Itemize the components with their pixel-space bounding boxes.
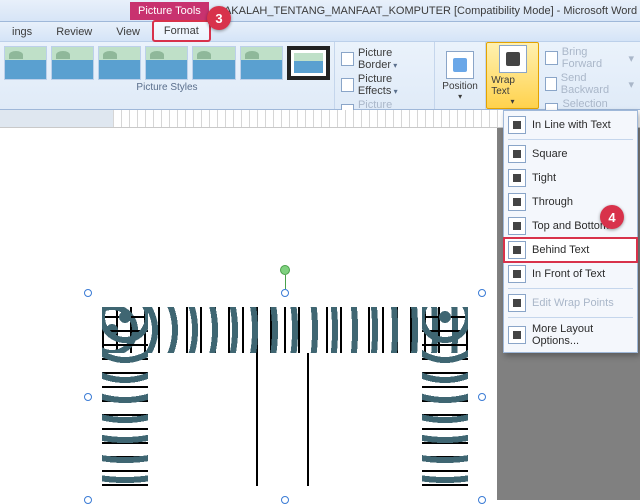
resize-handle[interactable] <box>478 496 486 504</box>
group-label: Picture Styles <box>0 80 334 95</box>
style-gallery[interactable] <box>0 42 334 80</box>
window-title: MAKALAH_TENTANG_MANFAAT_KOMPUTER [Compat… <box>215 5 637 17</box>
menu-inline[interactable]: In Line with Text <box>504 113 637 137</box>
ribbon-tabs: ings Review View Format <box>0 22 640 42</box>
style-thumb[interactable] <box>145 46 188 80</box>
group-picture-styles: Picture Styles <box>0 42 335 109</box>
tab-format[interactable]: Format <box>152 20 211 42</box>
top-bottom-icon <box>508 217 526 235</box>
through-icon <box>508 193 526 211</box>
more-layout-icon <box>508 326 526 344</box>
group-picture-adjust: Picture Border Picture Effects Picture L… <box>335 42 435 109</box>
border-icon <box>341 52 354 66</box>
picture-effects-button[interactable]: Picture Effects <box>341 72 428 98</box>
resize-handle[interactable] <box>281 289 289 297</box>
ribbon: Picture Styles Picture Border Picture Ef… <box>0 42 640 110</box>
rotate-handle[interactable] <box>280 265 290 275</box>
front-icon <box>508 265 526 283</box>
selected-picture[interactable] <box>88 293 482 500</box>
tab-view[interactable]: View <box>104 22 152 41</box>
position-button[interactable]: Position ▾ <box>435 42 486 109</box>
style-thumb[interactable] <box>192 46 235 80</box>
menu-in-front[interactable]: In Front of Text <box>504 262 637 286</box>
menu-more-layout[interactable]: More Layout Options... <box>504 320 637 350</box>
menu-square[interactable]: Square <box>504 142 637 166</box>
style-thumb[interactable] <box>51 46 94 80</box>
effects-icon <box>341 78 354 92</box>
inline-icon <box>508 116 526 134</box>
annotation-3: 3 <box>207 6 231 30</box>
group-arrange: Bring Forward ▾ Send Backward ▾ Selectio… <box>539 42 640 109</box>
menu-tight[interactable]: Tight <box>504 166 637 190</box>
title-bar: Picture Tools MAKALAH_TENTANG_MANFAAT_KO… <box>0 0 640 22</box>
tab-mailings[interactable]: ings <box>0 22 44 41</box>
resize-handle[interactable] <box>478 289 486 297</box>
resize-handle[interactable] <box>84 496 92 504</box>
square-icon <box>508 145 526 163</box>
bring-forward-icon <box>545 51 558 65</box>
style-thumb[interactable] <box>287 46 330 80</box>
wrap-text-menu: In Line with Text Square Tight Through T… <box>503 110 638 353</box>
edit-points-icon <box>508 294 526 312</box>
picture-content <box>94 299 476 494</box>
annotation-4: 4 <box>600 205 624 229</box>
menu-edit-wrap-points: Edit Wrap Points <box>504 291 637 315</box>
send-backward-button[interactable]: Send Backward ▾ <box>545 71 634 97</box>
style-thumb[interactable] <box>98 46 141 80</box>
resize-handle[interactable] <box>84 289 92 297</box>
wrap-text-icon <box>499 45 527 73</box>
tight-icon <box>508 169 526 187</box>
picture-border-button[interactable]: Picture Border <box>341 46 428 72</box>
bring-forward-button[interactable]: Bring Forward ▾ <box>545 45 634 71</box>
wrap-text-label: Wrap Text <box>491 75 534 97</box>
resize-handle[interactable] <box>478 393 486 401</box>
wrap-text-button[interactable]: Wrap Text ▾ <box>486 42 539 109</box>
style-thumb[interactable] <box>240 46 283 80</box>
behind-icon <box>508 241 526 259</box>
resize-handle[interactable] <box>84 393 92 401</box>
resize-handle[interactable] <box>281 496 289 504</box>
contextual-tab-label: Picture Tools <box>130 2 209 20</box>
position-label: Position <box>442 81 478 92</box>
send-backward-icon <box>545 77 557 91</box>
style-thumb[interactable] <box>4 46 47 80</box>
menu-behind-text[interactable]: Behind Text <box>504 238 637 262</box>
tab-review[interactable]: Review <box>44 22 104 41</box>
position-icon <box>446 51 474 79</box>
